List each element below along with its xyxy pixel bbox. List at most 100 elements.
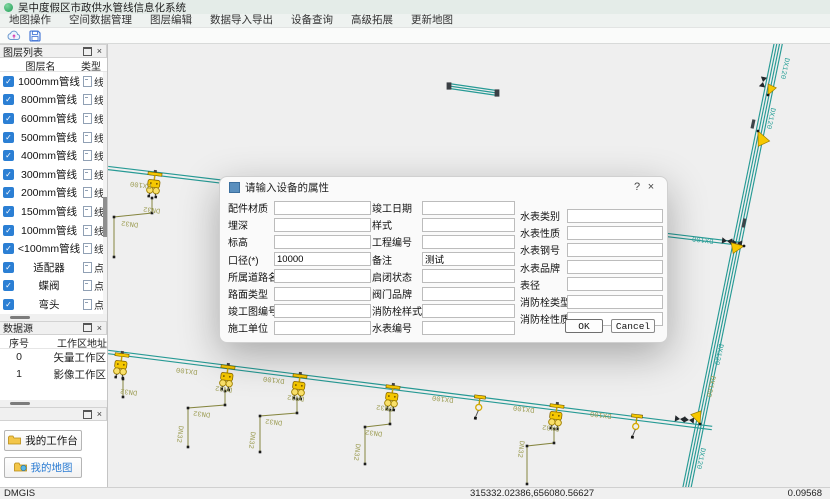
layer-row[interactable]: ✓600mm管线线 bbox=[0, 109, 107, 128]
workspace-button-label: 我的工作台 bbox=[25, 433, 78, 448]
layer-checkbox[interactable]: ✓ bbox=[3, 225, 14, 236]
field-label: 路面类型 bbox=[228, 286, 274, 301]
field-input[interactable] bbox=[422, 304, 515, 318]
branch-node-dot bbox=[224, 404, 227, 407]
field-input[interactable] bbox=[274, 269, 371, 283]
dialog-field-row: 水表钢号 bbox=[520, 241, 661, 258]
workspace-button-label: 我的地图 bbox=[31, 460, 73, 475]
layer-checkbox[interactable]: ✓ bbox=[3, 243, 14, 254]
datasource-row[interactable]: 0矢量工作区 bbox=[0, 349, 107, 366]
field-input[interactable] bbox=[567, 226, 663, 240]
menu-item[interactable]: 空间数据管理 bbox=[60, 14, 141, 27]
layer-checkbox[interactable]: ✓ bbox=[3, 280, 14, 291]
panel-float-icon[interactable] bbox=[83, 410, 92, 419]
datasource-row[interactable]: 1影像工作区 bbox=[0, 366, 107, 383]
layer-row[interactable]: ✓1000mm管线线 bbox=[0, 72, 107, 91]
menu-item[interactable]: 设备查询 bbox=[282, 14, 342, 27]
menu-item[interactable]: 高级拓展 bbox=[342, 14, 402, 27]
field-input[interactable] bbox=[567, 243, 663, 257]
field-label: 所属道路名 bbox=[228, 269, 274, 284]
field-input[interactable] bbox=[422, 269, 515, 283]
layer-row[interactable]: ✓弯头点 bbox=[0, 295, 107, 314]
field-input[interactable] bbox=[422, 321, 515, 335]
field-label: 消防栓类型 bbox=[520, 294, 567, 309]
arrow-node-dot bbox=[743, 245, 746, 248]
field-label: 水表品牌 bbox=[520, 260, 567, 275]
layer-checkbox[interactable]: ✓ bbox=[3, 94, 14, 105]
layer-row[interactable]: ✓800mm管线线 bbox=[0, 91, 107, 110]
field-input[interactable] bbox=[422, 252, 515, 266]
menu-item[interactable]: 图层编辑 bbox=[141, 14, 201, 27]
save-icon[interactable] bbox=[27, 29, 42, 43]
dialog-field-column-2: 竣工日期样式工程编号备注启闭状态阀门品牌消防栓样式水表编号 bbox=[372, 199, 513, 337]
field-input[interactable] bbox=[422, 201, 515, 215]
menu-item[interactable]: 更新地图 bbox=[402, 14, 462, 27]
field-input[interactable] bbox=[567, 260, 663, 274]
layer-checkbox[interactable]: ✓ bbox=[3, 262, 14, 273]
cloud-sync-icon[interactable] bbox=[6, 29, 21, 43]
layer-row[interactable]: ✓<100mm管线线 bbox=[0, 239, 107, 258]
layer-row[interactable]: ✓100mm管线线 bbox=[0, 221, 107, 240]
datasource-column-index: 序号 bbox=[0, 335, 38, 348]
panel-float-icon[interactable] bbox=[83, 323, 92, 332]
field-input[interactable] bbox=[422, 218, 515, 232]
layer-checkbox[interactable]: ✓ bbox=[3, 113, 14, 124]
layer-row[interactable]: ✓150mm管线线 bbox=[0, 202, 107, 221]
field-input[interactable] bbox=[274, 252, 371, 266]
field-input[interactable] bbox=[274, 287, 371, 301]
pipe-diameter-label: DN32 bbox=[143, 204, 161, 214]
branch-node-dot bbox=[364, 463, 367, 466]
layer-row[interactable]: ✓蝶阀点 bbox=[0, 277, 107, 296]
field-input[interactable] bbox=[567, 277, 663, 291]
layer-row[interactable]: ✓300mm管线线 bbox=[0, 165, 107, 184]
layer-checkbox[interactable]: ✓ bbox=[3, 169, 14, 180]
pipe-diameter-label: DN32 bbox=[515, 440, 525, 458]
branch-node-dot bbox=[389, 423, 392, 426]
arrow-node-dot bbox=[757, 130, 760, 133]
menu-item[interactable]: 数据导入导出 bbox=[201, 14, 282, 27]
dialog-close-button[interactable]: × bbox=[644, 181, 658, 193]
field-input[interactable] bbox=[274, 321, 371, 335]
cancel-button[interactable]: Cancel bbox=[611, 319, 655, 333]
layer-checkbox[interactable]: ✓ bbox=[3, 206, 14, 217]
field-input[interactable] bbox=[274, 304, 371, 318]
my-map-button[interactable]: 我的地图 bbox=[4, 457, 82, 478]
dialog-help-button[interactable]: ? bbox=[630, 181, 644, 193]
field-input[interactable] bbox=[567, 295, 663, 309]
layer-name: 蝶阀 bbox=[17, 278, 81, 293]
layer-row[interactable]: ✓400mm管线线 bbox=[0, 146, 107, 165]
layer-checkbox[interactable]: ✓ bbox=[3, 132, 14, 143]
dialog-field-row: 阀门品牌 bbox=[372, 285, 513, 302]
document-icon bbox=[83, 243, 92, 254]
panel-close-icon[interactable]: × bbox=[97, 47, 102, 55]
menu-item[interactable]: 地图操作 bbox=[0, 14, 60, 27]
my-workbench-button[interactable]: 我的工作台 bbox=[4, 430, 82, 451]
map-folder-icon bbox=[14, 462, 27, 472]
panel-splitter[interactable] bbox=[0, 400, 107, 407]
layer-row[interactable]: ✓适配器点 bbox=[0, 258, 107, 277]
pipe-end-cap bbox=[447, 82, 452, 89]
layer-checkbox[interactable]: ✓ bbox=[3, 187, 14, 198]
layer-name: 800mm管线 bbox=[17, 92, 81, 107]
field-input[interactable] bbox=[274, 218, 371, 232]
layer-name: 400mm管线 bbox=[17, 148, 81, 163]
layer-checkbox[interactable]: ✓ bbox=[3, 299, 14, 310]
panel-close-icon[interactable]: × bbox=[97, 410, 102, 418]
field-input[interactable] bbox=[567, 209, 663, 223]
pipe-diameter-label: DX100 bbox=[513, 403, 535, 414]
field-input[interactable] bbox=[422, 287, 515, 301]
panel-close-icon[interactable]: × bbox=[97, 324, 102, 332]
panel-float-icon[interactable] bbox=[83, 47, 92, 56]
field-input[interactable] bbox=[274, 235, 371, 249]
field-input[interactable] bbox=[274, 201, 371, 215]
branch-node-dot bbox=[553, 442, 556, 445]
layer-checkbox[interactable]: ✓ bbox=[3, 76, 14, 87]
field-input[interactable] bbox=[422, 235, 515, 249]
layer-checkbox[interactable]: ✓ bbox=[3, 150, 14, 161]
dialog-field-row: 埋深 bbox=[228, 216, 376, 233]
layer-row[interactable]: ✓200mm管线线 bbox=[0, 184, 107, 203]
ok-button[interactable]: OK bbox=[565, 319, 603, 333]
layer-list-scrollbar[interactable] bbox=[103, 72, 107, 314]
datasource-panel-title: 数据源 bbox=[3, 320, 83, 335]
layer-row[interactable]: ✓500mm管线线 bbox=[0, 128, 107, 147]
